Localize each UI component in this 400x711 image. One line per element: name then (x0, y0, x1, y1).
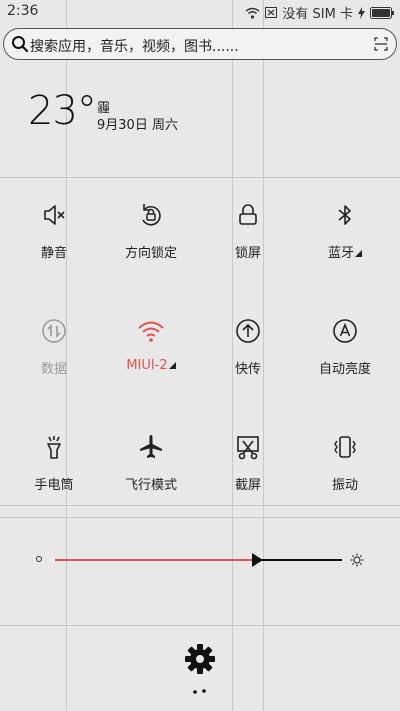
toggle-label: 锁屏 (234, 246, 261, 261)
search-icon (12, 36, 29, 53)
quick-transfer-icon (236, 319, 260, 343)
toggle-label: 振动 (331, 478, 358, 493)
toggle-label: 蓝牙 (300, 242, 390, 261)
wifi-icon (245, 7, 260, 19)
lock-screen-icon (239, 204, 257, 225)
toggle-label: 自动亮度 (318, 362, 371, 377)
toggle-label: 静音 (40, 246, 67, 261)
toggle-quick-transfer[interactable]: 快传 (203, 316, 293, 396)
grid-divider (0, 625, 400, 626)
toggle-bluetooth[interactable]: 蓝牙 (300, 200, 390, 280)
grid-divider (0, 177, 400, 178)
toggle-lock-screen[interactable]: 锁屏 (203, 200, 293, 280)
search-bar[interactable]: 搜索应用，音乐，视频，图书...... (3, 28, 397, 60)
grid-divider (0, 517, 400, 518)
brightness-high-icon (350, 553, 364, 567)
vibrate-icon (334, 436, 356, 458)
battery-icon (370, 6, 394, 19)
status-bar: 2:36 没有 SIM 卡 (0, 0, 400, 24)
toggle-auto-brightness[interactable]: 自动亮度 (300, 316, 390, 396)
date: 9月30日 周六 (97, 118, 178, 133)
brightness-slider-thumb[interactable] (252, 553, 263, 567)
bluetooth-icon (338, 205, 351, 225)
toggle-wifi[interactable]: MIUI-2 (106, 316, 196, 396)
brightness-low-icon (36, 556, 42, 562)
no-sim-text: 没有 SIM 卡 (282, 7, 353, 22)
toggle-vibrate[interactable]: 振动 (300, 432, 390, 512)
toggle-screenshot[interactable]: 截屏 (203, 432, 293, 512)
toggle-label: MIUI-2 (106, 358, 196, 373)
toggle-label: 截屏 (234, 478, 261, 493)
toggle-label: 手电筒 (34, 478, 74, 493)
status-icons: 没有 SIM 卡 (245, 3, 394, 22)
toggle-data[interactable]: 数据 (9, 316, 99, 396)
settings-gear-icon[interactable] (183, 642, 217, 676)
toggle-label: 方向锁定 (124, 246, 177, 261)
toggle-flashlight[interactable]: 手电筒 (9, 432, 99, 512)
rotation-lock-icon (142, 204, 161, 226)
toggle-label: 快传 (234, 362, 261, 377)
brightness-track[interactable] (256, 559, 342, 561)
temperature[interactable]: 23° (28, 88, 97, 134)
search-input[interactable]: 搜索应用，音乐，视频，图书...... (30, 36, 239, 56)
toggle-label: 飞行模式 (124, 478, 177, 493)
toggle-airplane-mode[interactable]: 飞行模式 (106, 432, 196, 512)
status-time: 2:36 (7, 3, 39, 19)
toggle-label: 数据 (40, 362, 67, 377)
data-icon (42, 319, 66, 343)
toggle-mute[interactable]: 静音 (9, 200, 99, 280)
charging-icon (358, 6, 365, 19)
screenshot-icon (237, 436, 259, 460)
airplane-icon (140, 435, 162, 458)
toggle-rotation-lock[interactable]: 方向锁定 (106, 200, 196, 280)
wifi-icon (138, 321, 164, 342)
sim-slot-icon (265, 7, 278, 18)
mute-icon (44, 205, 65, 225)
brightness-track-filled[interactable] (55, 559, 256, 561)
flashlight-icon (47, 436, 61, 459)
scan-icon[interactable] (374, 37, 388, 51)
quick-settings-panel: 2:36 没有 SIM 卡 搜索应用，音乐，视频，图书...... 23° 霾 … (0, 0, 400, 711)
drag-handle-icon[interactable] (190, 688, 210, 696)
auto-brightness-icon (333, 319, 357, 343)
